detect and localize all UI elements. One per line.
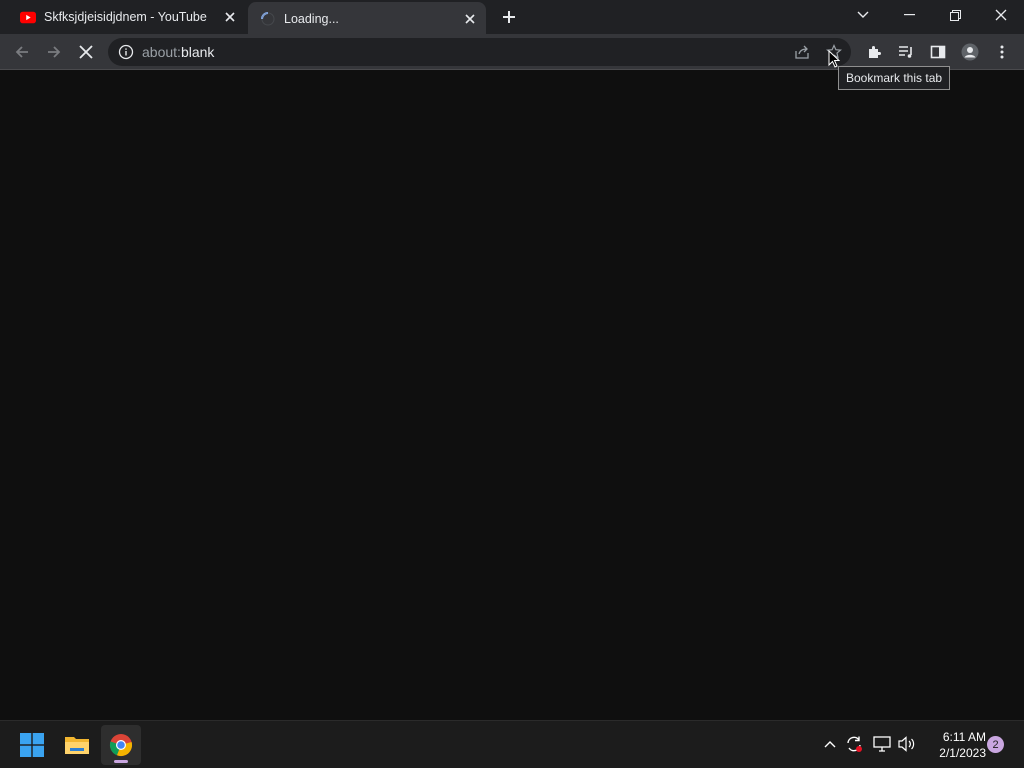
file-explorer-icon [65,737,89,754]
profile-icon [961,43,979,61]
chrome-menu-button[interactable] [988,38,1016,66]
profile-button[interactable] [956,38,984,66]
plus-icon [503,11,515,23]
active-indicator [114,760,128,763]
chevron-up-icon [824,741,836,748]
file-explorer-button[interactable] [57,725,97,765]
windows-start-icon [20,733,44,757]
media-queue-button[interactable] [892,38,920,66]
notification-badge[interactable]: 2 [987,736,1004,753]
minimize-button[interactable] [886,0,932,30]
clock-time: 6:11 AM [942,730,986,744]
tab-search-button[interactable] [840,0,886,30]
restore-icon [949,9,961,21]
network-icon [873,736,891,752]
sync-icon [847,736,862,752]
url-text[interactable]: about:blank [142,44,214,60]
side-panel-icon [930,45,946,59]
close-tab-icon[interactable] [220,7,240,27]
loading-spinner-icon [260,11,276,27]
chevron-down-icon [857,11,869,18]
tab-youtube[interactable]: Skfksjdjeisidjdnem - YouTube [8,0,246,34]
close-icon [995,9,1007,21]
tab-title: Skfksjdjeisidjdnem - YouTube [44,10,207,24]
forward-button[interactable] [40,38,68,66]
side-panel-button[interactable] [924,38,952,66]
forward-icon [48,46,61,58]
bookmark-tooltip: Bookmark this tab [838,66,951,90]
tab-title: Loading... [284,12,339,26]
mouse-cursor-icon [828,50,840,68]
start-button[interactable] [12,725,52,765]
back-button[interactable] [8,38,36,66]
share-button[interactable] [788,38,816,66]
page-content[interactable] [0,71,1024,720]
youtube-icon [20,9,36,25]
network-tray-button[interactable] [871,733,893,755]
stop-button[interactable] [72,38,100,66]
share-icon [795,45,809,59]
chrome-taskbar-button[interactable] [101,725,141,765]
sync-tray-button[interactable] [843,733,865,755]
media-queue-icon [899,46,912,58]
back-icon [15,46,28,58]
extensions-button[interactable] [860,38,888,66]
minimize-icon [903,14,915,16]
url-scheme: about: [142,44,181,60]
browser-toolbar: about:blank [0,34,1024,70]
menu-icon [1000,45,1004,59]
tab-loading[interactable]: Loading... [248,2,486,36]
info-icon[interactable] [118,44,134,60]
extensions-icon [869,46,881,58]
volume-tray-button[interactable] [896,733,918,755]
clock-date: 2/1/2023 [939,746,986,760]
chrome-icon [109,734,133,757]
taskbar-clock[interactable]: 6:11 AM 2/1/2023 [928,729,986,761]
stop-icon [79,45,93,59]
address-bar[interactable]: about:blank [108,38,851,66]
new-tab-button[interactable] [498,6,520,28]
tab-strip: Skfksjdjeisidjdnem - YouTube Loading... [0,0,1024,36]
show-hidden-icons-button[interactable] [819,733,841,755]
close-tab-icon[interactable] [460,9,480,29]
taskbar: 6:11 AM 2/1/2023 2 [0,720,1024,768]
restore-button[interactable] [932,0,978,30]
url-host: blank [180,44,215,60]
close-window-button[interactable] [978,0,1024,30]
volume-icon [898,736,915,752]
